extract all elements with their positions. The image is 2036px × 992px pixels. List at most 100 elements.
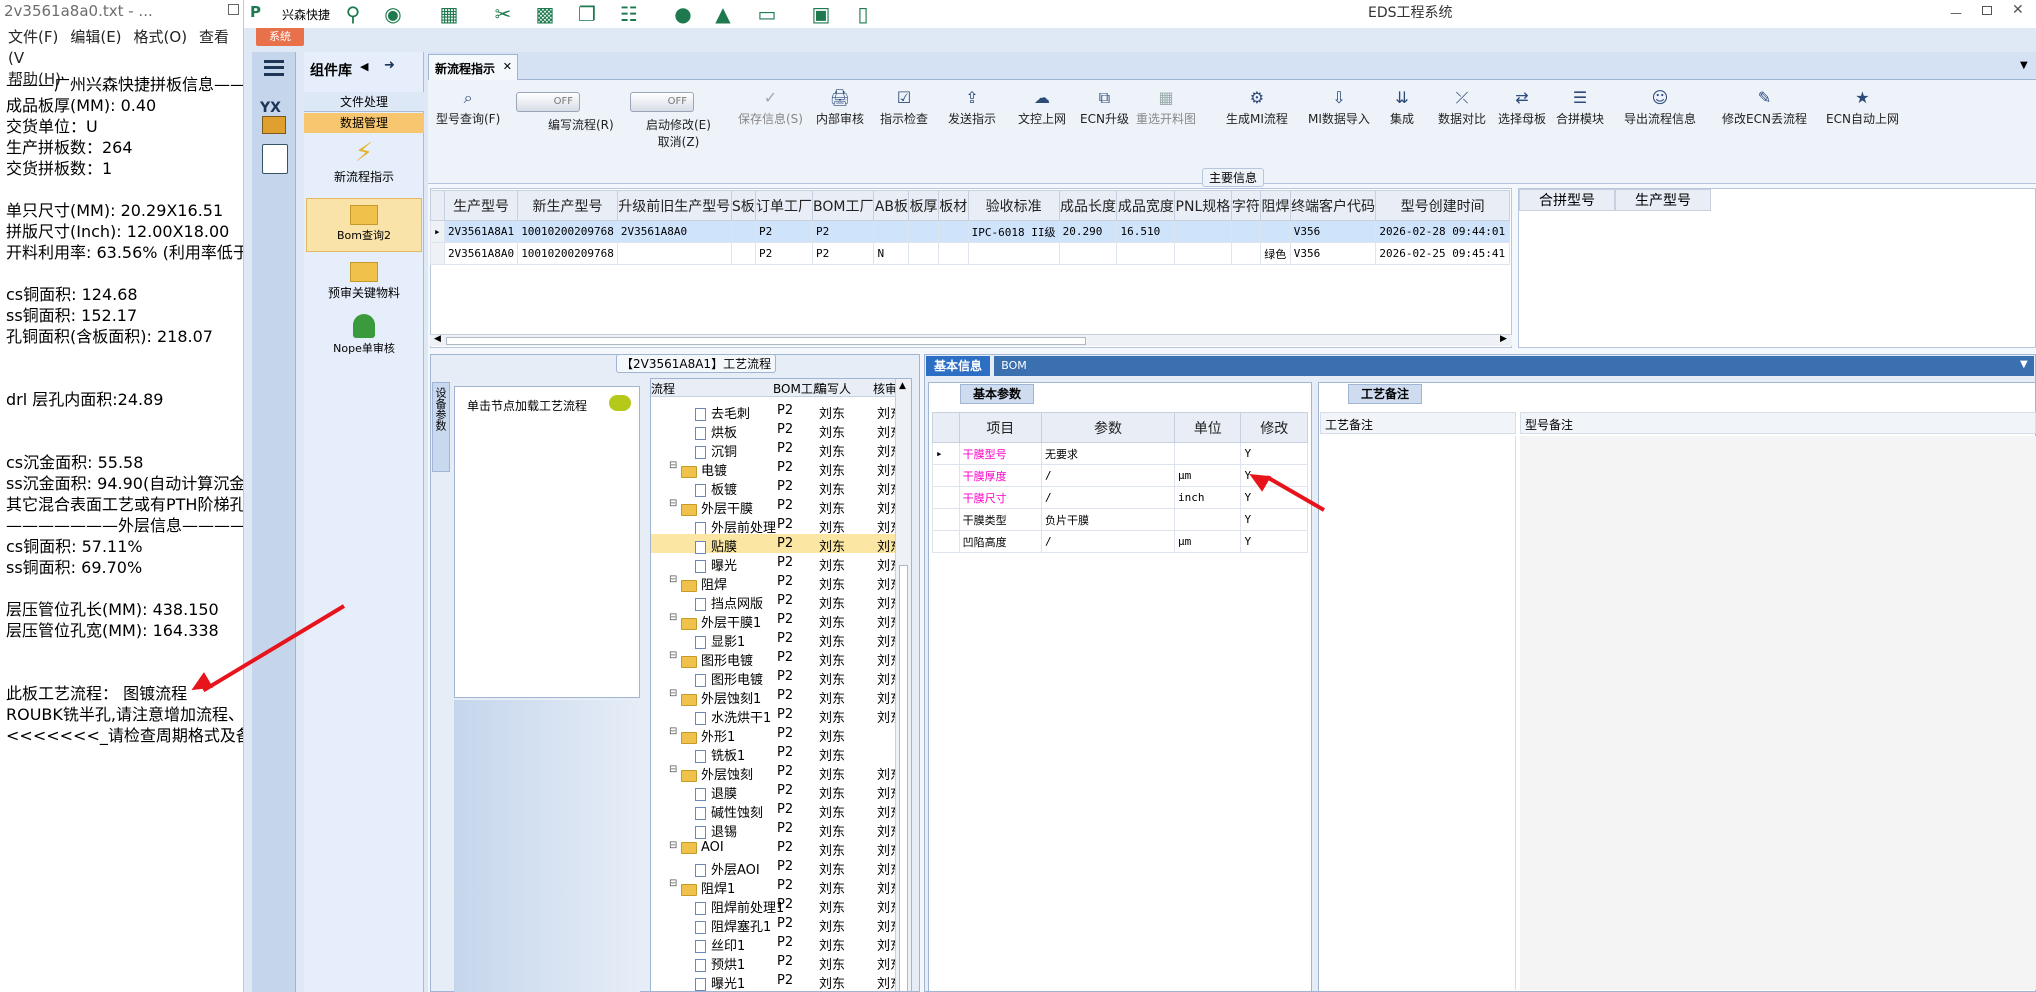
- grid-header[interactable]: 终端客户代码: [1289, 190, 1377, 221]
- film-icon[interactable]: ▩: [534, 2, 556, 26]
- notepad-text[interactable]: ———广州兴森快捷拼板信息—— 成品板厚(MM): 0.40 交货单位：U 生产拼板数…: [6, 74, 243, 746]
- tree-node[interactable]: 退膜P2刘东刘东已上网: [651, 781, 911, 802]
- grid-header[interactable]: 板材: [937, 190, 969, 221]
- toolbar-item-11[interactable]: ⇩ MI数据导入: [1308, 88, 1370, 127]
- horizontal-scrollbar[interactable]: ◀ ▶: [430, 334, 1512, 346]
- tree-header-cell[interactable]: 编写人: [815, 380, 851, 397]
- grid-header[interactable]: 型号创建时间: [1375, 190, 1510, 221]
- toggle-edit-flow[interactable]: OFF: [516, 92, 580, 112]
- scroll-thumb[interactable]: [899, 565, 908, 991]
- tree-node[interactable]: 丝印1P2刘东刘东已上网: [651, 933, 911, 954]
- menu-file[interactable]: 文件(F): [8, 28, 58, 46]
- toolbar-item-7[interactable]: ☁ 文控上网: [1018, 88, 1066, 127]
- toolbar-item-17[interactable]: ✎ 修改ECN丢流程: [1722, 88, 1807, 127]
- toolbar-item-8[interactable]: ⧉ ECN升级: [1080, 88, 1129, 127]
- toolbar-item-10[interactable]: ⚙ 生成MI流程: [1226, 88, 1288, 127]
- toolbar-item-13[interactable]: ⤫ 数据对比: [1438, 88, 1486, 127]
- tab-basic-info[interactable]: 基本信息: [926, 356, 990, 376]
- tree-node[interactable]: 曝光P2刘东刘东已上网: [651, 553, 911, 574]
- maximize-icon[interactable]: [228, 4, 239, 15]
- tree-node[interactable]: 曝光1P2刘东刘东已上网: [651, 971, 911, 991]
- param-cell-value[interactable]: 无要求: [1041, 442, 1175, 465]
- table-row[interactable]: 2V3561A8A0 10010200209768 P2 P2 N 绿色 V356 2026-…: [430, 242, 1510, 265]
- param-row[interactable]: 凹陷高度 / μm Y: [932, 530, 1308, 553]
- tab-new-flow[interactable]: 新流程指示 ✕: [428, 54, 518, 80]
- calculator-icon[interactable]: [262, 144, 288, 174]
- toolbar-item-18[interactable]: ★ ECN自动上网: [1826, 88, 1899, 127]
- collapse-icon[interactable]: ⊟: [669, 688, 677, 699]
- toolbar-item-2[interactable]: 启动修改(E) 取消(Z): [646, 116, 711, 150]
- model-notes-area[interactable]: [1520, 436, 2036, 990]
- new-flow-action[interactable]: ⚡ 新流程指示: [304, 138, 424, 196]
- nope-review-action[interactable]: Nope单审核: [304, 310, 424, 364]
- tree-node[interactable]: 水洗烘干1P2刘东刘东已上网: [651, 705, 911, 726]
- param-cell-value[interactable]: /: [1041, 486, 1175, 509]
- tree-node[interactable]: 外层干膜1⊟P2刘东刘东已上网: [651, 610, 911, 631]
- scissors-icon[interactable]: ✂: [492, 2, 514, 26]
- tree-node[interactable]: 贴膜P2刘东刘东已上网: [651, 534, 911, 555]
- collapse-icon[interactable]: ⊟: [669, 650, 677, 661]
- table-row[interactable]: ▸ 2V3561A8A1 10010200209768 2V3561A8A0 P2 P2 I…: [430, 220, 1510, 243]
- apps-icon[interactable]: ☷: [618, 2, 640, 26]
- grid-header[interactable]: 字符: [1230, 190, 1262, 221]
- flow-side-tab[interactable]: 设备参数: [432, 382, 450, 472]
- toolbar-item-6[interactable]: ⇪ 发送指示: [948, 88, 996, 127]
- monitor-icon[interactable]: ▭: [756, 2, 778, 26]
- toolbar-item-14[interactable]: ⇄ 选择母板: [1498, 88, 1546, 127]
- collapse-icon[interactable]: ⊟: [669, 726, 677, 737]
- tree-node[interactable]: 外形1⊟P2刘东已编写: [651, 724, 911, 745]
- panel-menu-icon[interactable]: ▼: [2020, 60, 2028, 71]
- right-dropdown-icon[interactable]: ▼: [2020, 359, 2028, 370]
- tree-node[interactable]: 阻焊前处理1P2刘东刘东已上网: [651, 895, 911, 916]
- tab-system[interactable]: 系统: [256, 28, 304, 46]
- grid-header[interactable]: 成品宽度: [1116, 190, 1176, 221]
- grid-header[interactable]: 验收标准: [967, 190, 1060, 221]
- toolbar-item-0[interactable]: ⌕ 型号查询(F): [436, 88, 500, 127]
- collapse-icon[interactable]: ⊟: [669, 764, 677, 775]
- tab-basic-params[interactable]: 基本参数: [960, 384, 1034, 404]
- collapse-icon[interactable]: ⊟: [669, 498, 677, 509]
- grid-header[interactable]: 升级前旧生产型号: [616, 190, 732, 221]
- collapse-icon[interactable]: ⊟: [669, 840, 677, 851]
- param-cell-value[interactable]: 负片干膜: [1041, 508, 1175, 531]
- toolbar-item-15[interactable]: ☰ 合拼模块: [1556, 88, 1604, 127]
- scroll-thumb[interactable]: [446, 337, 1086, 345]
- collapse-icon[interactable]: ⊟: [669, 878, 677, 889]
- copy-icon[interactable]: ❐: [576, 2, 598, 26]
- grid-header[interactable]: BOM工厂: [811, 190, 875, 221]
- comp-item-file[interactable]: 文件处理: [304, 92, 424, 112]
- tab-bom[interactable]: BOM: [994, 356, 1034, 376]
- menu-format[interactable]: 格式(O): [134, 28, 188, 46]
- yx-tool-icon[interactable]: [262, 116, 286, 134]
- chart-icon[interactable]: ▲: [712, 2, 734, 26]
- tree-node[interactable]: 沉铜P2刘东刘东已上网: [651, 439, 911, 460]
- book-icon[interactable]: ▯: [852, 2, 874, 26]
- tree-node[interactable]: 预烘1P2刘东刘东已上网: [651, 952, 911, 973]
- param-header[interactable]: 单位: [1173, 412, 1242, 443]
- collapse-icon[interactable]: ⊟: [669, 460, 677, 471]
- tab-craft-notes[interactable]: 工艺备注: [1348, 384, 1422, 404]
- toolbar-item-12[interactable]: ⇊ 集成: [1390, 88, 1414, 127]
- bom-query-action[interactable]: Bom查询2: [306, 198, 422, 252]
- key-material-action[interactable]: 预审关键物料: [304, 256, 424, 310]
- tree-node[interactable]: 铣板1P2刘东已编写: [651, 743, 911, 764]
- restore-icon[interactable]: [1982, 6, 1992, 15]
- param-header[interactable]: 参数: [1041, 412, 1175, 443]
- toolbar-item-3[interactable]: ✓ 保存信息(S): [738, 88, 803, 127]
- menu-hamburger-icon[interactable]: [264, 60, 284, 76]
- tree-node[interactable]: 电镀⊟P2刘东刘东已上网: [651, 458, 911, 479]
- param-cell-value[interactable]: /: [1041, 464, 1175, 487]
- tree-node[interactable]: 退锡P2刘东刘东已上网: [651, 819, 911, 840]
- param-row[interactable]: ▸ 干膜型号 无要求 Y: [932, 442, 1308, 465]
- search-icon[interactable]: ⚲: [342, 2, 364, 26]
- tree-node[interactable]: 阻焊1⊟P2刘东刘东已上网: [651, 876, 911, 897]
- grid-header[interactable]: 阻焊: [1260, 190, 1291, 221]
- close-icon[interactable]: ✕: [2012, 2, 2024, 18]
- grid-header[interactable]: 板厚: [908, 190, 939, 221]
- grid-header[interactable]: 订单工厂: [754, 190, 814, 221]
- tree-node[interactable]: 外层蚀刻⊟P2刘东刘东已上网: [651, 762, 911, 783]
- tree-node[interactable]: 碱性蚀刻P2刘东刘东已上网: [651, 800, 911, 821]
- param-header[interactable]: 项目: [958, 412, 1043, 443]
- grid-header[interactable]: AB板: [873, 190, 910, 221]
- param-row[interactable]: 干膜尺寸 / inch Y: [932, 486, 1308, 509]
